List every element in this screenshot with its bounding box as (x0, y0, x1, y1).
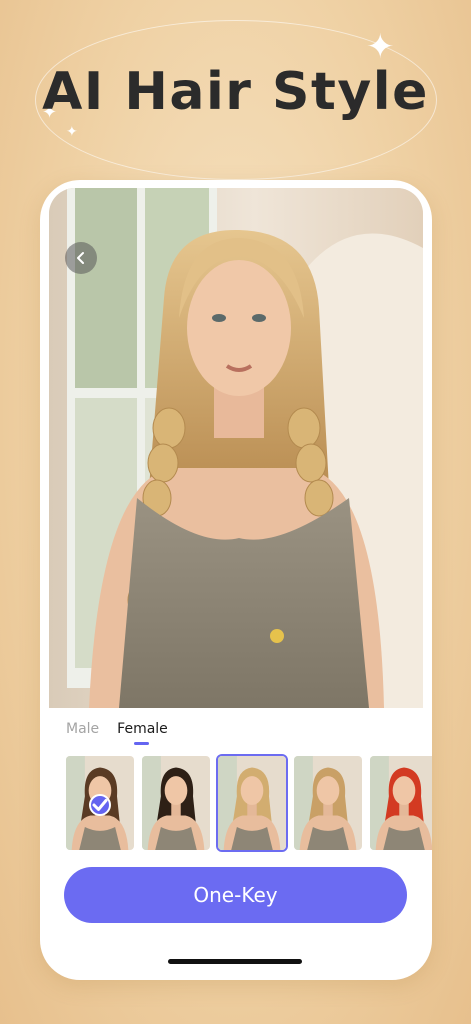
hairstyle-preview-image (294, 756, 362, 850)
preview-photo (49, 188, 423, 708)
hairstyle-thumb[interactable] (292, 754, 364, 852)
one-key-button[interactable]: One-Key (64, 867, 407, 923)
sparkle-icon: ✦ (66, 124, 78, 140)
hairstyle-thumb[interactable] (368, 754, 432, 852)
hairstyle-preview-image (218, 756, 286, 850)
hairstyle-thumb[interactable] (64, 754, 136, 852)
back-button[interactable] (65, 242, 97, 274)
home-indicator (168, 959, 302, 964)
sparkle-icon: ✦ (366, 27, 395, 67)
check-icon (89, 794, 111, 816)
gender-tabs: Male Female (66, 721, 168, 745)
chevron-left-icon (77, 252, 84, 264)
phone-frame: Male Female One-Key (40, 180, 432, 980)
page-title: AI Hair Style (42, 62, 429, 122)
tab-female[interactable]: Female (117, 721, 168, 745)
hairstyle-thumb[interactable] (140, 754, 212, 852)
hairstyle-preview-image (370, 756, 432, 850)
hairstyle-list (64, 754, 432, 852)
hairstyle-preview-image (142, 756, 210, 850)
hairstyle-thumb[interactable] (216, 754, 288, 852)
tab-male[interactable]: Male (66, 721, 99, 737)
